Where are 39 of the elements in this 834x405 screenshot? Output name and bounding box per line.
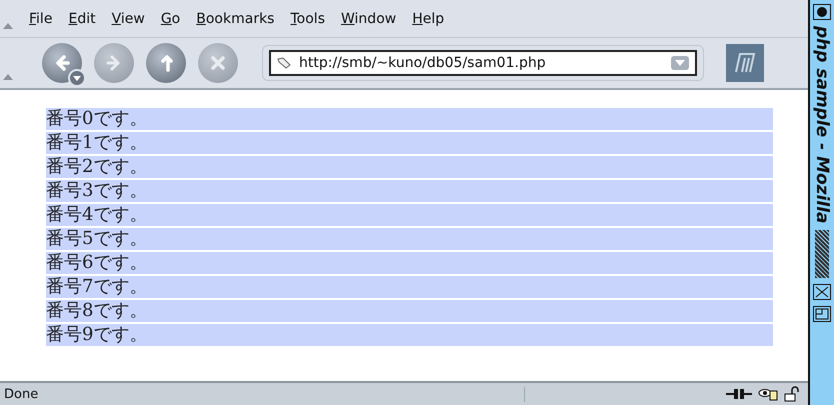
cross-icon: [815, 286, 829, 298]
list-row: 番号3です。: [46, 180, 773, 202]
list-row: 番号7です。: [46, 276, 773, 298]
menu-item[interactable]: Tools: [289, 8, 326, 28]
list-row: 番号0です。: [46, 108, 773, 130]
caret-icon: [73, 76, 81, 80]
maximize-button[interactable]: [813, 306, 831, 322]
plug-icon[interactable]: [726, 388, 752, 400]
title-bar-grip[interactable]: [815, 230, 829, 278]
grip-icon[interactable]: [3, 23, 13, 29]
menu-item[interactable]: Help: [411, 8, 446, 28]
dot-icon: [816, 6, 828, 18]
menu-item[interactable]: Go: [160, 8, 182, 28]
logo-button[interactable]: [726, 44, 764, 82]
eye-icon[interactable]: [758, 387, 778, 401]
grip-icon[interactable]: [3, 74, 13, 80]
caret-icon: [675, 60, 685, 66]
window-icon: [815, 308, 829, 320]
menu-item[interactable]: Window: [340, 8, 398, 28]
menu-item[interactable]: Bookmarks: [195, 8, 276, 28]
menu-item[interactable]: View: [110, 8, 146, 28]
list-row: 番号4です。: [46, 204, 773, 226]
list-row: 番号2です。: [46, 156, 773, 178]
menu-button[interactable]: [813, 4, 831, 20]
url-field[interactable]: http://smb/~kuno/db05/sam01.php: [269, 50, 697, 76]
dropdown-button[interactable]: [68, 69, 86, 87]
padlock-icon[interactable]: [784, 386, 800, 402]
list-row: 番号5です。: [46, 228, 773, 250]
list-row: 番号8です。: [46, 300, 773, 322]
list-row: 番号9です。: [46, 324, 773, 346]
up-button[interactable]: [146, 43, 186, 83]
list-row: 番号6です。: [46, 252, 773, 274]
window-title: php sample - Mozilla: [812, 26, 832, 224]
menu-item[interactable]: Edit: [67, 8, 97, 28]
minimize-button[interactable]: [813, 284, 831, 300]
list-row: 番号1です。: [46, 132, 773, 154]
menu-item[interactable]: File: [28, 8, 54, 28]
tag-icon: [277, 57, 291, 69]
status-text: Done: [0, 386, 525, 402]
